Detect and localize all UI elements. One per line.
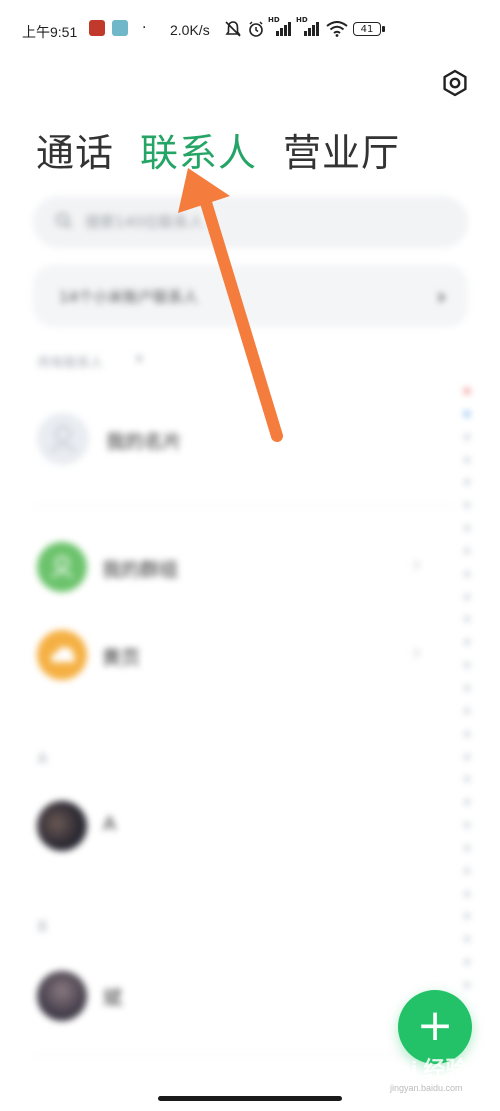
- wifi-icon: [326, 18, 348, 40]
- group-icon: [37, 542, 87, 592]
- account-banner-text: 14个小米账户联系人: [59, 288, 199, 306]
- tab-contacts[interactable]: 联系人: [140, 122, 257, 175]
- baidu-watermark: Bai 经验: [383, 1057, 468, 1082]
- contact-name: 斌: [103, 987, 123, 1009]
- baidu-watermark-url: jingyan.baidu.com: [390, 1083, 463, 1093]
- chevron-right-icon: ›: [412, 550, 422, 578]
- status-bar: 上午9:51 · 2.0K/s HD HD 41: [0, 0, 500, 60]
- tab-calls[interactable]: 通话: [36, 122, 114, 175]
- avatar: [37, 971, 87, 1021]
- app-notification-icon: [89, 20, 105, 36]
- signal-icon: [298, 18, 320, 40]
- search-icon: [56, 213, 72, 229]
- home-indicator[interactable]: [158, 1096, 342, 1101]
- section-letter: B: [38, 920, 47, 935]
- settings-icon[interactable]: [440, 68, 470, 98]
- yellow-pages-label: 黄页: [102, 647, 141, 669]
- my-card-row[interactable]: 我的名片: [0, 405, 450, 475]
- list-item-groups[interactable]: 我的群组 ›: [0, 538, 450, 596]
- signal-icon: [270, 18, 292, 40]
- alphabet-index-scrollbar[interactable]: [460, 388, 474, 988]
- my-card-label: 我的名片: [106, 431, 183, 453]
- cloud-icon: [37, 630, 87, 680]
- alarm-icon: [247, 18, 265, 40]
- app-notification-icon: [112, 20, 128, 36]
- battery-indicator: 41: [353, 22, 385, 36]
- section-letter: A: [38, 752, 47, 767]
- chevron-right-icon: ›: [412, 638, 422, 666]
- all-contacts-header: 所有联系人: [38, 356, 104, 371]
- avatar: [37, 801, 87, 851]
- list-item-yellow-pages[interactable]: 黄页 ›: [0, 626, 450, 684]
- status-time: 上午9:51: [22, 24, 78, 40]
- chevron-down-icon: ▾: [136, 352, 143, 367]
- tab-service-hall[interactable]: 营业厅: [283, 122, 400, 175]
- network-speed: 2.0K/s: [170, 22, 210, 38]
- search-placeholder: 搜索140位联系人: [85, 213, 204, 231]
- dot-icon: ·: [142, 20, 147, 36]
- contact-name: A: [103, 813, 116, 835]
- account-contacts-banner[interactable]: 14个小米账户联系人 ›: [33, 265, 468, 327]
- contact-row[interactable]: 斌: [0, 966, 450, 1026]
- chevron-right-icon: ›: [436, 285, 446, 310]
- main-tabs: 通话 联系人 营业厅: [36, 122, 400, 175]
- bell-muted-icon: [224, 18, 242, 40]
- contact-row[interactable]: A: [0, 796, 450, 856]
- groups-label: 我的群组: [102, 559, 179, 581]
- divider: [33, 506, 453, 507]
- person-icon: [37, 413, 89, 465]
- search-bar[interactable]: 搜索140位联系人: [33, 196, 468, 248]
